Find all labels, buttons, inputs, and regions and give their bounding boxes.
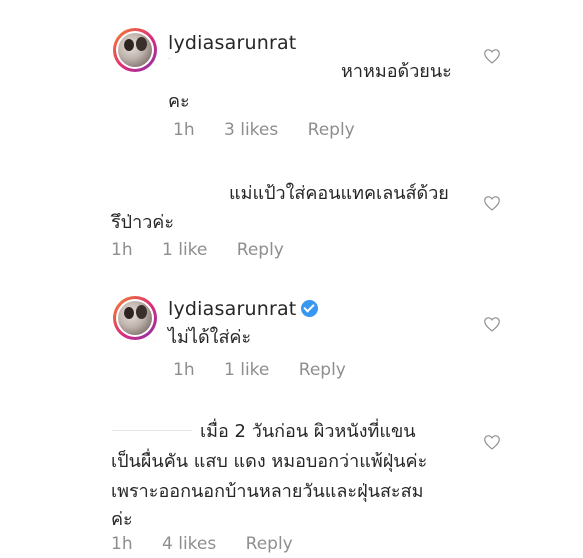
comment-meta: 1h 1 like Reply <box>111 240 308 260</box>
comment-text-line: เมื่อ 2 วันก่อน ผิวหนังที่แขน <box>200 421 416 442</box>
comment-meta: 1h 4 likes Reply <box>111 534 317 554</box>
reply-button[interactable]: Reply <box>308 120 355 140</box>
reply-button[interactable]: Reply <box>237 240 284 260</box>
username[interactable]: lydiasarunrat <box>168 298 296 320</box>
comment-text-line: เป็นผื่นคัน แสบ แดง หมอบอกว่าแพ้ฝุ่นค่ะ <box>111 451 428 472</box>
username[interactable]: lydiasarunrat <box>168 32 296 54</box>
username-row: lydiasarunrat <box>168 298 319 320</box>
comment-text-line: รึป่าวค่ะ <box>111 212 175 233</box>
heart-outline-icon[interactable] <box>483 195 501 211</box>
comment-text-line: ไม่ได้ใส่ค่ะ <box>168 327 252 348</box>
heart-outline-icon[interactable] <box>483 434 501 450</box>
timestamp: 1h <box>111 240 133 260</box>
avatar[interactable] <box>113 28 157 72</box>
timestamp: 1h <box>173 360 195 380</box>
reply-button[interactable]: Reply <box>299 360 346 380</box>
comment-text-line: คะ <box>168 91 190 112</box>
comment-text-line: หาหมอด้วยนะ <box>341 61 452 82</box>
comment-text-line: เพราะออกนอกบ้านหลายวันและฝุ่นสะสม <box>111 481 424 502</box>
comment-text-line: ค่ะ <box>111 509 133 530</box>
comment-meta: 1h 1 like Reply <box>173 360 370 380</box>
heart-outline-icon[interactable] <box>483 48 501 64</box>
avatar[interactable] <box>113 296 157 340</box>
divider <box>168 58 171 59</box>
heart-outline-icon[interactable] <box>483 316 501 332</box>
likes-count[interactable]: 1 like <box>224 360 269 380</box>
likes-count[interactable]: 3 likes <box>224 120 278 140</box>
likes-count[interactable]: 1 like <box>162 240 207 260</box>
comment-text-line: แม่แป้วใส่คอนแทคเลนส์ด้วย <box>229 183 449 204</box>
timestamp: 1h <box>173 120 195 140</box>
likes-count[interactable]: 4 likes <box>162 534 216 554</box>
divider <box>112 430 192 431</box>
timestamp: 1h <box>111 534 133 554</box>
verified-badge-icon <box>301 300 319 317</box>
comment-meta: 1h 3 likes Reply <box>173 120 379 140</box>
reply-button[interactable]: Reply <box>246 534 293 554</box>
